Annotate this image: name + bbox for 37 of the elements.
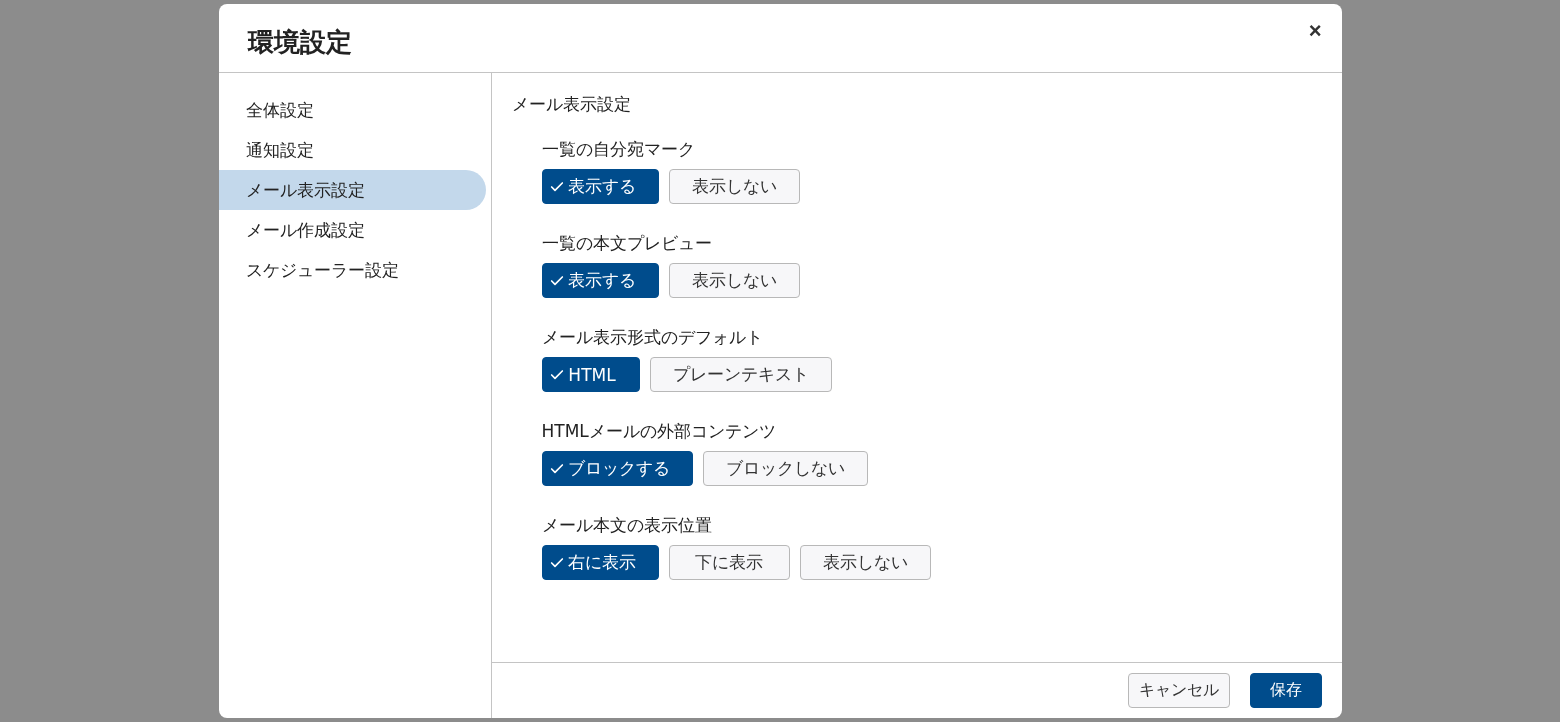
setting-label: メール本文の表示位置 (541, 514, 713, 537)
option-button[interactable]: ブロックする (541, 451, 693, 486)
option-button[interactable]: プレーンテキスト (649, 357, 832, 392)
option-label: プレーンテキスト (672, 363, 809, 386)
option-button[interactable]: 表示しない (668, 169, 800, 204)
section-heading: メール表示設定 (511, 93, 632, 116)
setting-label: 一覧の自分宛マーク (541, 138, 696, 161)
option-label: 下に表示 (695, 551, 763, 574)
sidebar-item[interactable]: メール作成設定 (218, 210, 486, 250)
option-button[interactable]: 表示する (541, 169, 659, 204)
option-label: ブロックする (567, 457, 670, 480)
option-button[interactable]: 下に表示 (668, 545, 790, 580)
sidebar-item[interactable]: スケジューラー設定 (218, 250, 486, 290)
option-button[interactable]: 表示する (541, 263, 659, 298)
option-label: 表示する (567, 269, 636, 292)
option-label: 表示する (567, 175, 636, 198)
option-button[interactable]: 右に表示 (541, 545, 659, 580)
save-button[interactable]: 保存 (1249, 673, 1322, 708)
sidebar-item[interactable]: 全体設定 (218, 90, 486, 130)
cancel-button[interactable]: キャンセル (1127, 673, 1230, 708)
option-button[interactable]: HTML (541, 357, 640, 392)
setting-label: HTMLメールの外部コンテンツ (541, 420, 777, 443)
option-label: 表示しない (822, 551, 908, 574)
setting-label: メール表示形式のデフォルト (541, 326, 764, 349)
option-label: HTML (568, 364, 616, 385)
option-label: 表示しない (691, 175, 777, 198)
setting-label: 一覧の本文プレビュー (541, 232, 713, 255)
option-label: 表示しない (691, 269, 777, 292)
option-label: 右に表示 (567, 551, 636, 574)
sidebar-item[interactable]: 通知設定 (218, 130, 486, 170)
close-button[interactable]: × (1304, 18, 1326, 44)
sidebar-item[interactable]: メール表示設定 (218, 170, 486, 210)
dialog-title: 環境設定 (247, 25, 352, 59)
option-button[interactable]: ブロックしない (702, 451, 868, 486)
option-button[interactable]: 表示しない (799, 545, 931, 580)
option-button[interactable]: 表示しない (668, 263, 800, 298)
option-label: ブロックしない (725, 457, 845, 480)
